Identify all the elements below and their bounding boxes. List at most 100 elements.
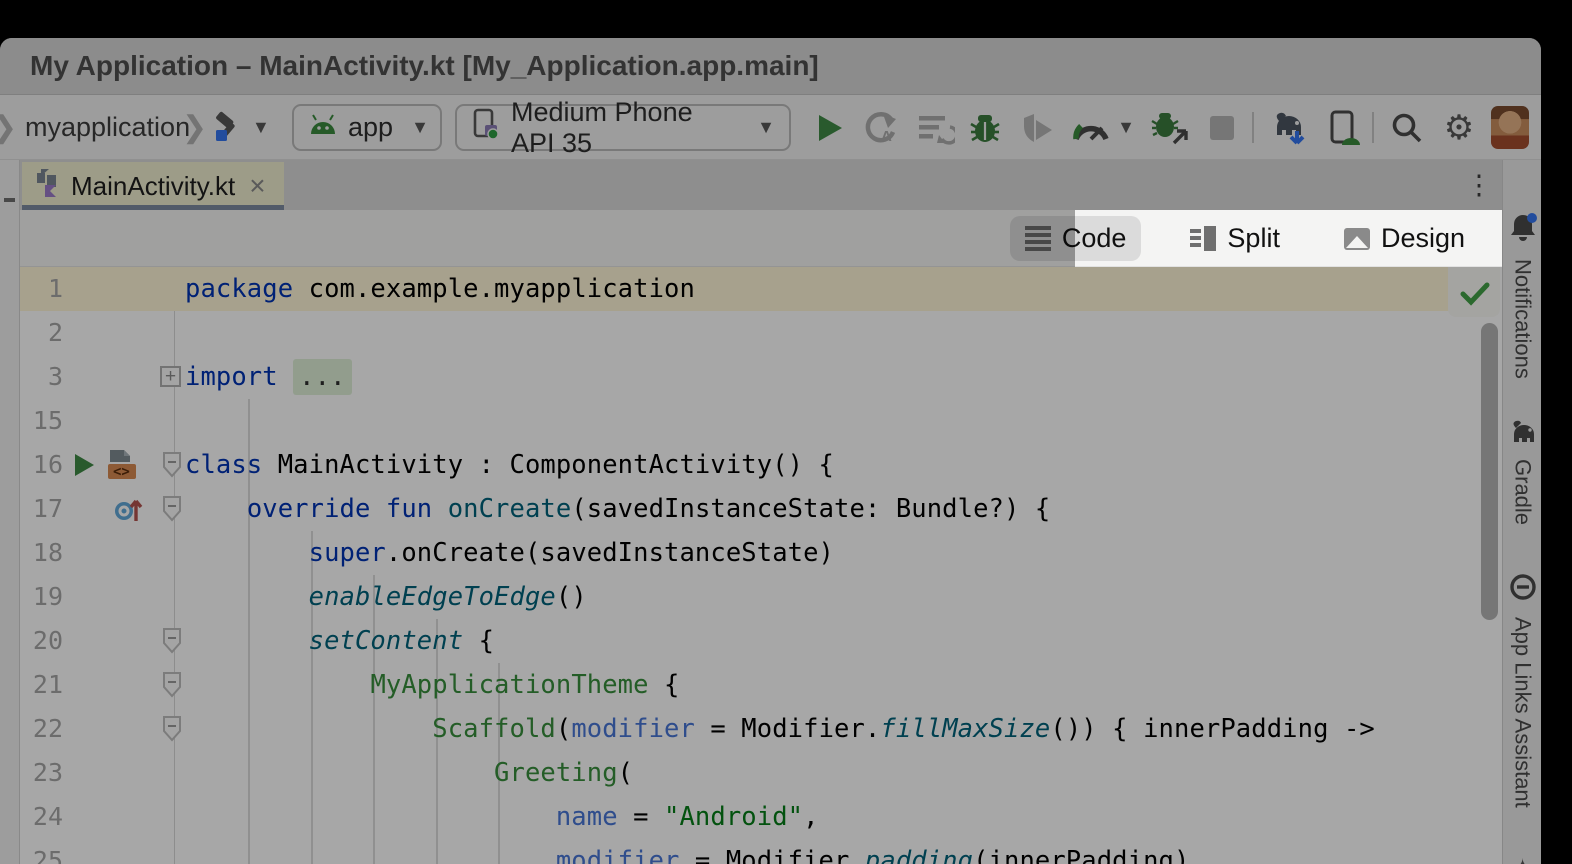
code-line[interactable]: 25 modifier = Modifier.padding(innerPadd… [20, 839, 1502, 864]
toolbar-divider [1252, 112, 1254, 143]
tab-design-view[interactable]: Design [1329, 216, 1480, 261]
line-number[interactable]: 21 [20, 663, 63, 707]
code-editor[interactable]: 1 package com.example.myapplication 23 +imp… [20, 267, 1502, 864]
android-robot-icon [308, 112, 338, 143]
gradle-sync-icon[interactable] [1264, 95, 1314, 160]
code-line[interactable]: 21 MyApplicationTheme { [20, 663, 1502, 707]
code-line[interactable]: 1 package com.example.myapplication [20, 267, 1455, 311]
line-number[interactable]: 16 [20, 443, 63, 487]
code-text: package com.example.myapplication [185, 267, 695, 311]
line-number[interactable]: 2 [20, 311, 63, 355]
stop-icon[interactable] [1204, 95, 1240, 160]
inspections-ok-check-icon [1463, 285, 1487, 302]
device-manager-icon[interactable] [1322, 95, 1366, 160]
attach-debugger-icon[interactable] [1146, 95, 1194, 160]
device-select[interactable]: Medium Phone API 35 ▼ [455, 104, 791, 151]
breadcrumb-chevron-icon: ❯ [0, 95, 17, 160]
code-line[interactable]: 2 [20, 311, 1502, 355]
apply-changes-icon[interactable]: A [860, 95, 904, 160]
app-links-icon [1508, 572, 1538, 607]
line-number[interactable]: 22 [20, 707, 63, 751]
left-tool-stripe[interactable] [0, 160, 20, 864]
line-number[interactable]: 1 [20, 267, 63, 311]
line-number[interactable]: 20 [20, 619, 63, 663]
android-studio-window: My Application – MainActivity.kt [My_App… [0, 38, 1541, 864]
kotlin-file-icon [34, 169, 61, 204]
code-line[interactable]: 15 [20, 399, 1502, 443]
code-text: modifier = Modifier.padding(innerPadding… [185, 839, 1189, 864]
line-number[interactable]: 25 [20, 839, 63, 864]
code-line[interactable]: 24 name = "Android", [20, 795, 1502, 839]
collapsed-stripe-icon [4, 198, 15, 202]
profiler-gauge-icon[interactable] [1068, 95, 1114, 160]
line-number[interactable]: 19 [20, 575, 63, 619]
code-text: setContent { [185, 619, 494, 663]
tab-mainactivity[interactable]: MainActivity.kt × [22, 162, 284, 210]
code-line[interactable]: 18 super.onCreate(savedInstanceState) [20, 531, 1502, 575]
code-line[interactable]: 3 +import ... [20, 355, 1502, 399]
code-text: Scaffold(modifier = Modifier.fillMaxSize… [185, 707, 1375, 751]
code-text: name = "Android", [185, 795, 819, 839]
line-number[interactable]: 24 [20, 795, 63, 839]
device-select-value: Medium Phone API 35 [511, 97, 739, 159]
apply-code-changes-icon[interactable] [914, 95, 958, 160]
tab-split-view[interactable]: Split [1175, 216, 1295, 261]
tab-code-view[interactable]: Code [1010, 216, 1142, 261]
sidebar-item-gradle[interactable]: Gradle [1503, 418, 1541, 525]
code-text: import ... [185, 355, 352, 399]
profiler-shield-icon[interactable] [1016, 95, 1060, 160]
run-configuration-value: app [348, 112, 393, 143]
window-title: My Application – MainActivity.kt [My_App… [30, 50, 819, 82]
split-view-label: Split [1227, 223, 1280, 254]
chevron-down-icon: ▼ [757, 117, 775, 138]
chevron-down-icon: ▼ [411, 117, 429, 138]
build-hammer-icon[interactable]: ▼ [208, 95, 270, 160]
editor-mode-toolbar: Code Split Design [20, 210, 1502, 267]
code-line[interactable]: 16 <> class MainActivity : ComponentActivi… [20, 443, 1502, 487]
code-text: super.onCreate(savedInstanceState) [185, 531, 834, 575]
settings-gear-icon[interactable]: ⚙ [1438, 95, 1480, 160]
code-line[interactable]: 17 override fun onCreate(savedInstanceSt… [20, 487, 1502, 531]
window-title-bar[interactable]: My Application – MainActivity.kt [My_App… [0, 38, 1541, 95]
toolbar-divider [1372, 112, 1374, 143]
code-line[interactable]: 22 Scaffold(modifier = Modifier.fillMaxS… [20, 707, 1502, 751]
device-phone-icon [471, 107, 501, 148]
run-configuration-select[interactable]: app ▼ [292, 104, 442, 151]
design-view-icon [1344, 228, 1370, 250]
breadcrumb-separator-icon: ❯ [182, 95, 207, 160]
code-text: override fun onCreate(savedInstanceState… [185, 487, 1050, 531]
sidebar-item-app-links-assistant[interactable]: App Links Assistant [1503, 572, 1541, 808]
code-line[interactable]: 23 Greeting( [20, 751, 1502, 795]
inspection-widget[interactable] [1448, 267, 1500, 317]
debug-icon[interactable] [963, 95, 1007, 160]
svg-text:<>: <> [113, 464, 130, 480]
more-options-icon[interactable]: ⋮ [1462, 160, 1496, 210]
chevron-down-icon[interactable]: ▼ [1114, 95, 1138, 160]
code-line[interactable]: 20 setContent { [20, 619, 1502, 663]
sidebar-item-notifications[interactable]: Notifications [1503, 212, 1541, 379]
main-toolbar: ❯ myapplication ❯ ▼ [0, 95, 1541, 160]
close-icon[interactable]: × [249, 170, 265, 202]
code-text: Greeting( [185, 751, 633, 795]
line-number[interactable]: 3 [20, 355, 63, 399]
screenshot-root: My Application – MainActivity.kt [My_App… [0, 0, 1572, 864]
chevron-down-icon: ▼ [252, 117, 270, 138]
line-number[interactable]: 23 [20, 751, 63, 795]
search-icon[interactable] [1386, 95, 1428, 160]
avatar[interactable] [1491, 106, 1529, 149]
code-line[interactable]: 19 enableEdgeToEdge() [20, 575, 1502, 619]
fold-expand-icon[interactable]: + [160, 366, 181, 387]
sidebar-item-label: App Links Assistant [1510, 617, 1536, 808]
design-view-label: Design [1381, 223, 1465, 254]
tab-label: MainActivity.kt [71, 171, 235, 202]
line-number[interactable]: 17 [20, 487, 63, 531]
line-number[interactable]: 15 [20, 399, 63, 443]
editor-scrollbar[interactable] [1481, 323, 1498, 620]
line-number[interactable]: 18 [20, 531, 63, 575]
right-tool-stripe: Notifications Gradle [1502, 160, 1541, 864]
gemini-sparkle-icon[interactable]: ✦ [1503, 854, 1541, 864]
code-text: MyApplicationTheme { [185, 663, 680, 707]
code-text: class MainActivity : ComponentActivity()… [185, 443, 834, 487]
run-icon[interactable] [812, 95, 848, 160]
breadcrumb[interactable]: myapplication [25, 95, 190, 160]
